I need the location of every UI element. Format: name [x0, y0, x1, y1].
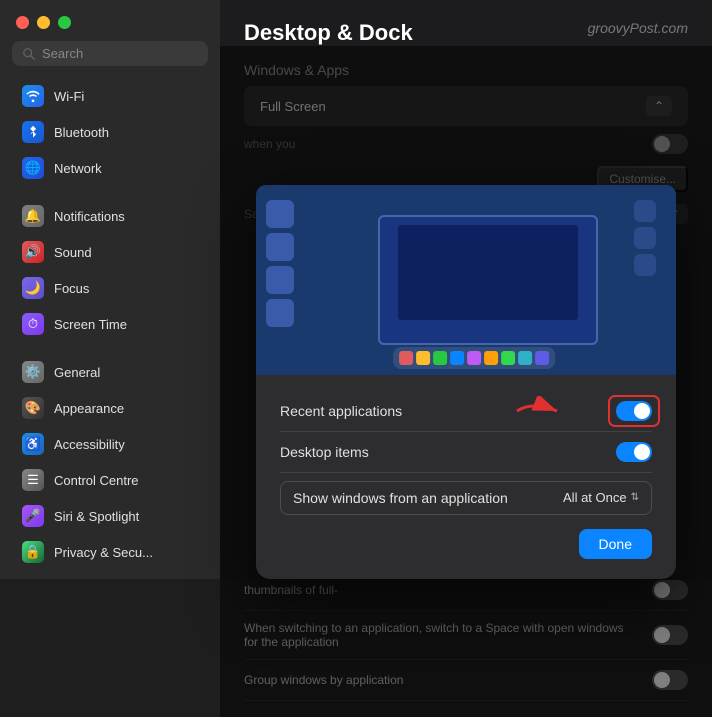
recent-apps-row: Recent applications — [280, 391, 652, 432]
dock-settings-modal: Recent applications — [256, 185, 676, 579]
dock-color-6 — [484, 351, 498, 365]
dock-color-1 — [399, 351, 413, 365]
sidebar-item-accessibility[interactable]: ♿ Accessibility — [6, 427, 214, 461]
show-windows-dropdown[interactable]: All at Once ⇅ — [563, 490, 639, 505]
search-input[interactable]: Search — [42, 46, 198, 61]
dock-color-5 — [467, 351, 481, 365]
sidebar-item-label-siri: Siri & Spotlight — [54, 509, 139, 524]
dock-color-2 — [416, 351, 430, 365]
show-windows-row[interactable]: Show windows from an application All at … — [280, 481, 652, 515]
dock-color-4 — [450, 351, 464, 365]
sidebar-item-wifi[interactable]: Wi-Fi — [6, 79, 214, 113]
recent-apps-row-right — [616, 401, 652, 421]
general-icon: ⚙️ — [22, 361, 44, 383]
fullscreen-button[interactable] — [58, 16, 71, 29]
sidebar-item-label-bluetooth: Bluetooth — [54, 125, 109, 140]
chevron-updown-icon: ⇅ — [631, 492, 639, 503]
sidebar: Search Wi-Fi Bluetooth 🌐 Network 🔔 Notif… — [0, 0, 220, 579]
dock-color-8 — [518, 351, 532, 365]
watermark-text: groovyPost.com — [588, 20, 688, 36]
modal-rows: Recent applications — [256, 375, 676, 515]
modal-overlay: Recent applications — [220, 46, 712, 717]
minimize-button[interactable] — [37, 16, 50, 29]
show-windows-label: Show windows from an application — [293, 490, 508, 506]
toggle-highlight-wrapper — [616, 401, 652, 421]
desktop-items-row-right — [616, 442, 652, 462]
main-content: Desktop & Dock groovyPost.com Windows & … — [220, 0, 712, 579]
dock-color-7 — [501, 351, 515, 365]
main-body: Windows & Apps Full Screen ⌃ when you Cu… — [220, 46, 712, 717]
sidebar-items-list: Wi-Fi Bluetooth 🌐 Network 🔔 Notification… — [0, 78, 220, 579]
preview-side-icon-2 — [634, 227, 656, 249]
network-icon: 🌐 — [22, 157, 44, 179]
sidebar-item-label-general: General — [54, 365, 100, 380]
recent-apps-toggle-thumb — [634, 403, 650, 419]
sidebar-item-label-notifications: Notifications — [54, 209, 125, 224]
close-button[interactable] — [16, 16, 29, 29]
preview-side-icon-3 — [634, 254, 656, 276]
sidebar-item-appearance[interactable]: 🎨 Appearance — [6, 391, 214, 425]
preview-screen-inner — [398, 225, 578, 320]
desktop-items-toggle[interactable] — [616, 442, 652, 462]
notifications-icon: 🔔 — [22, 205, 44, 227]
sidebar-item-siri[interactable]: 🎤 Siri & Spotlight — [6, 499, 214, 533]
preview-app-icons — [266, 200, 294, 327]
desktop-items-row: Desktop items — [280, 432, 652, 473]
sidebar-item-privacy[interactable]: 🔒 Privacy & Secu... — [6, 535, 214, 569]
sidebar-item-label-controlcentre: Control Centre — [54, 473, 139, 488]
sidebar-item-label-wifi: Wi-Fi — [54, 89, 84, 104]
wifi-icon — [22, 85, 44, 107]
desktop-items-label: Desktop items — [280, 444, 369, 460]
siri-icon: 🎤 — [22, 505, 44, 527]
preview-icon-1 — [266, 200, 294, 228]
screentime-icon: ⏱ — [22, 313, 44, 335]
arrow-container — [512, 396, 572, 426]
sidebar-item-label-focus: Focus — [54, 281, 89, 296]
sidebar-item-bluetooth[interactable]: Bluetooth — [6, 115, 214, 149]
focus-icon: 🌙 — [22, 277, 44, 299]
traffic-lights — [0, 0, 220, 41]
preview-sidebar-icons — [634, 200, 656, 276]
bluetooth-icon — [22, 121, 44, 143]
search-icon — [22, 47, 36, 61]
sidebar-item-label-screentime: Screen Time — [54, 317, 127, 332]
modal-footer: Done — [256, 515, 676, 559]
controlcentre-icon: ☰ — [22, 469, 44, 491]
sidebar-item-label-network: Network — [54, 161, 102, 176]
recent-apps-label: Recent applications — [280, 403, 402, 419]
preview-icon-4 — [266, 299, 294, 327]
preview-side-icon-1 — [634, 200, 656, 222]
sidebar-item-controlcentre[interactable]: ☰ Control Centre — [6, 463, 214, 497]
preview-dock — [393, 347, 555, 369]
sound-icon: 🔊 — [22, 241, 44, 263]
preview-icon-2 — [266, 233, 294, 261]
arrow-icon — [512, 396, 572, 426]
appearance-icon: 🎨 — [22, 397, 44, 419]
sidebar-item-general[interactable]: ⚙️ General — [6, 355, 214, 389]
sidebar-item-screentime[interactable]: ⏱ Screen Time — [6, 307, 214, 341]
dock-color-3 — [433, 351, 447, 365]
page-title: Desktop & Dock — [244, 20, 413, 46]
sidebar-item-label-sound: Sound — [54, 245, 92, 260]
main-header: Desktop & Dock groovyPost.com — [220, 0, 712, 46]
modal-dock-preview — [256, 185, 676, 375]
sidebar-item-label-appearance: Appearance — [54, 401, 124, 416]
sidebar-item-label-accessibility: Accessibility — [54, 437, 125, 452]
preview-icon-3 — [266, 266, 294, 294]
preview-screen — [378, 215, 598, 345]
sidebar-item-notifications[interactable]: 🔔 Notifications — [6, 199, 214, 233]
accessibility-icon: ♿ — [22, 433, 44, 455]
sidebar-item-sound[interactable]: 🔊 Sound — [6, 235, 214, 269]
desktop-items-toggle-thumb — [634, 444, 650, 460]
privacy-icon: 🔒 — [22, 541, 44, 563]
done-button[interactable]: Done — [579, 529, 652, 559]
sidebar-item-label-privacy: Privacy & Secu... — [54, 545, 153, 560]
sidebar-item-focus[interactable]: 🌙 Focus — [6, 271, 214, 305]
show-windows-value: All at Once — [563, 490, 627, 505]
dock-color-9 — [535, 351, 549, 365]
search-box[interactable]: Search — [12, 41, 208, 66]
sidebar-item-network[interactable]: 🌐 Network — [6, 151, 214, 185]
recent-apps-toggle[interactable] — [616, 401, 652, 421]
